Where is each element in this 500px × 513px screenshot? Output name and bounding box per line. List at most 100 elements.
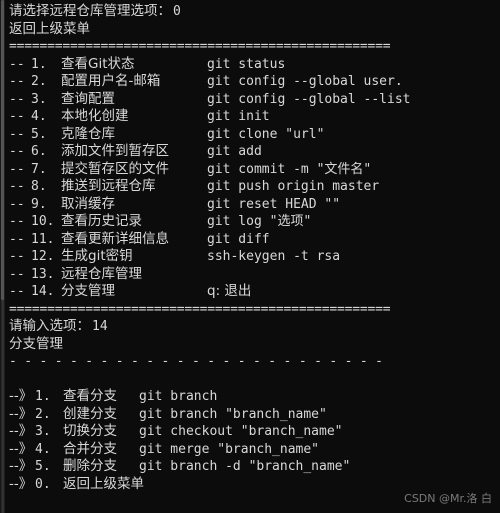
menu-command: git diff — [207, 231, 270, 247]
menu-label: 添加文件到暂存区 — [61, 143, 169, 159]
branch-command: git branch — [139, 389, 218, 404]
branch-number: 5. — [35, 459, 51, 474]
branch-label: 合并分支 — [63, 440, 117, 457]
menu-number: 7. — [31, 161, 47, 177]
branch-label: 创建分支 — [63, 405, 117, 422]
menu-command: git status — [207, 56, 286, 72]
menu-label: 配置用户名-邮箱 — [61, 73, 161, 89]
menu-number: 3. — [31, 91, 47, 107]
menu-number: 2. — [31, 74, 47, 89]
menu-item-2[interactable]: -- 2. 配置用户名-邮箱 git config --global user. — [9, 73, 500, 91]
menu-item-10[interactable]: -- 10. 查看历史记录 git log "选项" — [9, 213, 500, 231]
menu-label: 生成git密钥 — [61, 248, 133, 264]
menu-number: 5. — [31, 126, 47, 142]
menu-command: ssh-keygen -t rsa — [207, 249, 341, 264]
menu-label: 推送到远程仓库 — [61, 178, 156, 194]
separator-double-bottom: ========================================… — [9, 301, 391, 317]
menu-marker: -- — [9, 231, 25, 247]
menu-number: 11. — [31, 231, 55, 247]
branch-number: 3. — [35, 424, 51, 439]
quit-hint: q: 退出 — [207, 283, 252, 299]
branch-marker: --》 — [9, 475, 33, 492]
menu-item-9[interactable]: -- 9. 取消缓存 git reset HEAD "" — [9, 196, 500, 214]
branch-label: 返回上级菜单 — [63, 475, 144, 492]
csdn-watermark: CSDN @Mr.洛 白 — [404, 491, 492, 505]
menu-marker: -- — [9, 109, 25, 124]
menu-label: 查询配置 — [61, 90, 115, 107]
menu-command: git config --global --list — [207, 91, 411, 107]
menu-item-7[interactable]: -- 7. 提交暂存区的文件 git commit -m "文件名" — [9, 161, 500, 179]
menu-command: git clone "url" — [207, 126, 325, 142]
menu-label: 提交暂存区的文件 — [61, 160, 169, 177]
choice-response-text: 分支管理 — [9, 335, 63, 352]
remote-prompt-label: 请选择远程仓库管理选项： — [9, 3, 171, 19]
menu-item-14[interactable]: -- 14. 分支管理 q: 退出 — [9, 283, 500, 301]
separator-dashed-top: - - - - - - - - - - - - - - - - - - - - … — [9, 354, 383, 369]
menu-marker: -- — [9, 196, 25, 212]
branch-number: 1. — [35, 389, 51, 404]
menu-marker: -- — [9, 214, 25, 229]
branch-number: 4. — [35, 441, 51, 457]
menu-command: git init — [207, 109, 270, 124]
remote-response-text: 返回上级菜单 — [9, 20, 90, 37]
branch-number: 0. — [35, 476, 51, 492]
menu-label: 查看更新详细信息 — [61, 230, 169, 247]
menu-number: 13. — [31, 266, 55, 282]
scrollbar-thumb[interactable] — [1, 0, 4, 300]
menu-marker: -- — [9, 266, 25, 282]
menu-item-3[interactable]: -- 3. 查询配置 git config --global --list — [9, 91, 500, 109]
menu-command: git push origin master — [207, 179, 380, 194]
menu-item-11[interactable]: -- 11. 查看更新详细信息 git diff — [9, 231, 500, 249]
menu-label: 取消缓存 — [61, 195, 115, 212]
menu-marker: -- — [9, 56, 25, 72]
branch-menu-item-5[interactable]: --》 5. 删除分支 git branch -d "branch_name" — [9, 458, 500, 476]
branch-menu-item-2[interactable]: --》 2. 创建分支 git branch "branch_name" — [9, 406, 500, 424]
menu-label: 本地化创建 — [61, 108, 129, 124]
branch-command: git merge "branch_name" — [139, 441, 320, 457]
menu-marker: -- — [9, 161, 25, 177]
menu-item-6[interactable]: -- 6. 添加文件到暂存区 git add — [9, 143, 500, 161]
menu-number: 4. — [31, 109, 47, 124]
menu-marker: -- — [9, 249, 25, 264]
branch-marker: --》 — [9, 440, 33, 457]
branch-marker: --》 — [9, 405, 33, 422]
branch-menu-item-3[interactable]: --》 3. 切换分支 git checkout "branch_name" — [9, 423, 500, 441]
terminal-scrollbar[interactable] — [0, 0, 5, 513]
menu-number: 14. — [31, 284, 55, 299]
menu-item-8[interactable]: -- 8. 推送到远程仓库 git push origin master — [9, 178, 500, 196]
menu-item-4[interactable]: -- 4. 本地化创建 git init — [9, 108, 500, 126]
menu-label: 查看Git状态 — [61, 55, 135, 72]
menu-item-12[interactable]: -- 12. 生成git密钥 ssh-keygen -t rsa — [9, 248, 500, 266]
branch-number: 2. — [35, 406, 51, 422]
menu-number: 1. — [31, 56, 47, 72]
branch-menu-item-1[interactable]: --》 1. 查看分支 git branch — [9, 388, 500, 406]
menu-label: 查看历史记录 — [61, 213, 142, 229]
choice-prompt-label: 请输入选项： — [9, 318, 90, 334]
menu-label: 分支管理 — [61, 283, 115, 299]
branch-command: git checkout "branch_name" — [139, 424, 343, 439]
menu-marker: -- — [9, 144, 25, 159]
branch-label: 删除分支 — [63, 458, 117, 474]
menu-command: git reset HEAD "" — [207, 196, 341, 212]
branch-command: git branch -d "branch_name" — [139, 459, 351, 474]
remote-prompt-value: 0 — [173, 4, 181, 19]
branch-label: 查看分支 — [63, 388, 117, 404]
branch-marker: --》 — [9, 388, 33, 404]
menu-item-13[interactable]: -- 13. 远程仓库管理 — [9, 266, 500, 284]
branch-label: 切换分支 — [63, 423, 117, 439]
menu-command: git log "选项" — [207, 214, 312, 229]
menu-command: git add — [207, 144, 262, 159]
separator-double-top: ========================================… — [9, 39, 391, 54]
choice-prompt-line: 请输入选项： 14 — [9, 318, 500, 336]
menu-number: 6. — [31, 144, 47, 159]
menu-number: 8. — [31, 179, 47, 194]
branch-menu-item-4[interactable]: --》 4. 合并分支 git merge "branch_name" — [9, 441, 500, 459]
remote-prompt-line: 请选择远程仓库管理选项： 0 — [9, 3, 500, 21]
branch-marker: --》 — [9, 423, 33, 439]
menu-item-5[interactable]: -- 5. 克隆仓库 git clone "url" — [9, 126, 500, 144]
terminal-screen[interactable]: 请选择远程仓库管理选项： 0 返回上级菜单 ==================… — [9, 0, 500, 513]
menu-marker: -- — [9, 179, 25, 194]
terminal-window[interactable]: 请选择远程仓库管理选项： 0 返回上级菜单 ==================… — [0, 0, 500, 513]
branch-marker: --》 — [9, 458, 33, 474]
menu-item-1[interactable]: -- 1. 查看Git状态 git status — [9, 56, 500, 74]
